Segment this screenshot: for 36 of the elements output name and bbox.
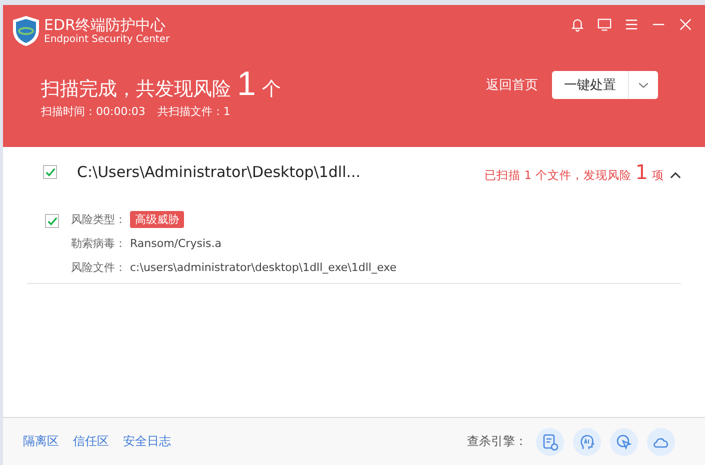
field-value: c:\users\administrator\desktop\1dll_exe\1dll_exe [130, 261, 396, 274]
monitor-icon[interactable] [597, 17, 612, 32]
app-subtitle: Endpoint Security Center [44, 34, 170, 45]
caret-icon [638, 82, 649, 88]
action-button[interactable]: 一键处置 [552, 71, 629, 99]
threat-tag: 高级威胁 [130, 211, 184, 228]
file-path: C:\Users\Administrator\Desktop\1dll... [77, 163, 362, 181]
cloud-icon[interactable] [647, 428, 675, 456]
close-icon[interactable] [678, 17, 693, 32]
field-label: 风险文件： [71, 260, 126, 275]
scan-summary: 扫描完成，共发现风险 [41, 77, 231, 102]
signature-engine-icon[interactable] [536, 428, 564, 456]
footer-link[interactable]: 信任区 [73, 433, 109, 450]
chevron-icon[interactable] [670, 171, 681, 179]
checkbox[interactable] [45, 214, 59, 228]
field-label: 风险类型： [71, 212, 126, 227]
count-unit: 个 [262, 77, 281, 102]
stat-count: 1 [635, 160, 648, 184]
risk-count: 1 [237, 67, 256, 101]
footer-link[interactable]: 隔离区 [23, 433, 59, 450]
ai-head-icon[interactable] [573, 428, 601, 456]
files-scanned: 共扫描文件：1 [157, 104, 230, 119]
shield-logo-icon [12, 15, 40, 47]
footer-link[interactable]: 安全日志 [123, 433, 171, 450]
stat-unit: 项 [652, 168, 664, 183]
engines-label: 查杀引擎： [467, 433, 527, 450]
cursor-click-icon[interactable] [610, 428, 638, 456]
home-link[interactable]: 返回首页 [486, 76, 538, 94]
app-title: EDR终端防护中心 [44, 17, 166, 34]
menu-icon[interactable] [624, 17, 639, 32]
scan-stat: 已扫描 1 个文件，发现风险 [484, 168, 632, 183]
field-label: 勒索病毒： [71, 236, 126, 251]
field-value: Ransom/Crysis.a [130, 237, 222, 250]
scan-time: 扫描时间：00:00:03 [41, 104, 146, 119]
checkbox[interactable] [43, 165, 57, 179]
bell-icon[interactable] [570, 17, 585, 32]
